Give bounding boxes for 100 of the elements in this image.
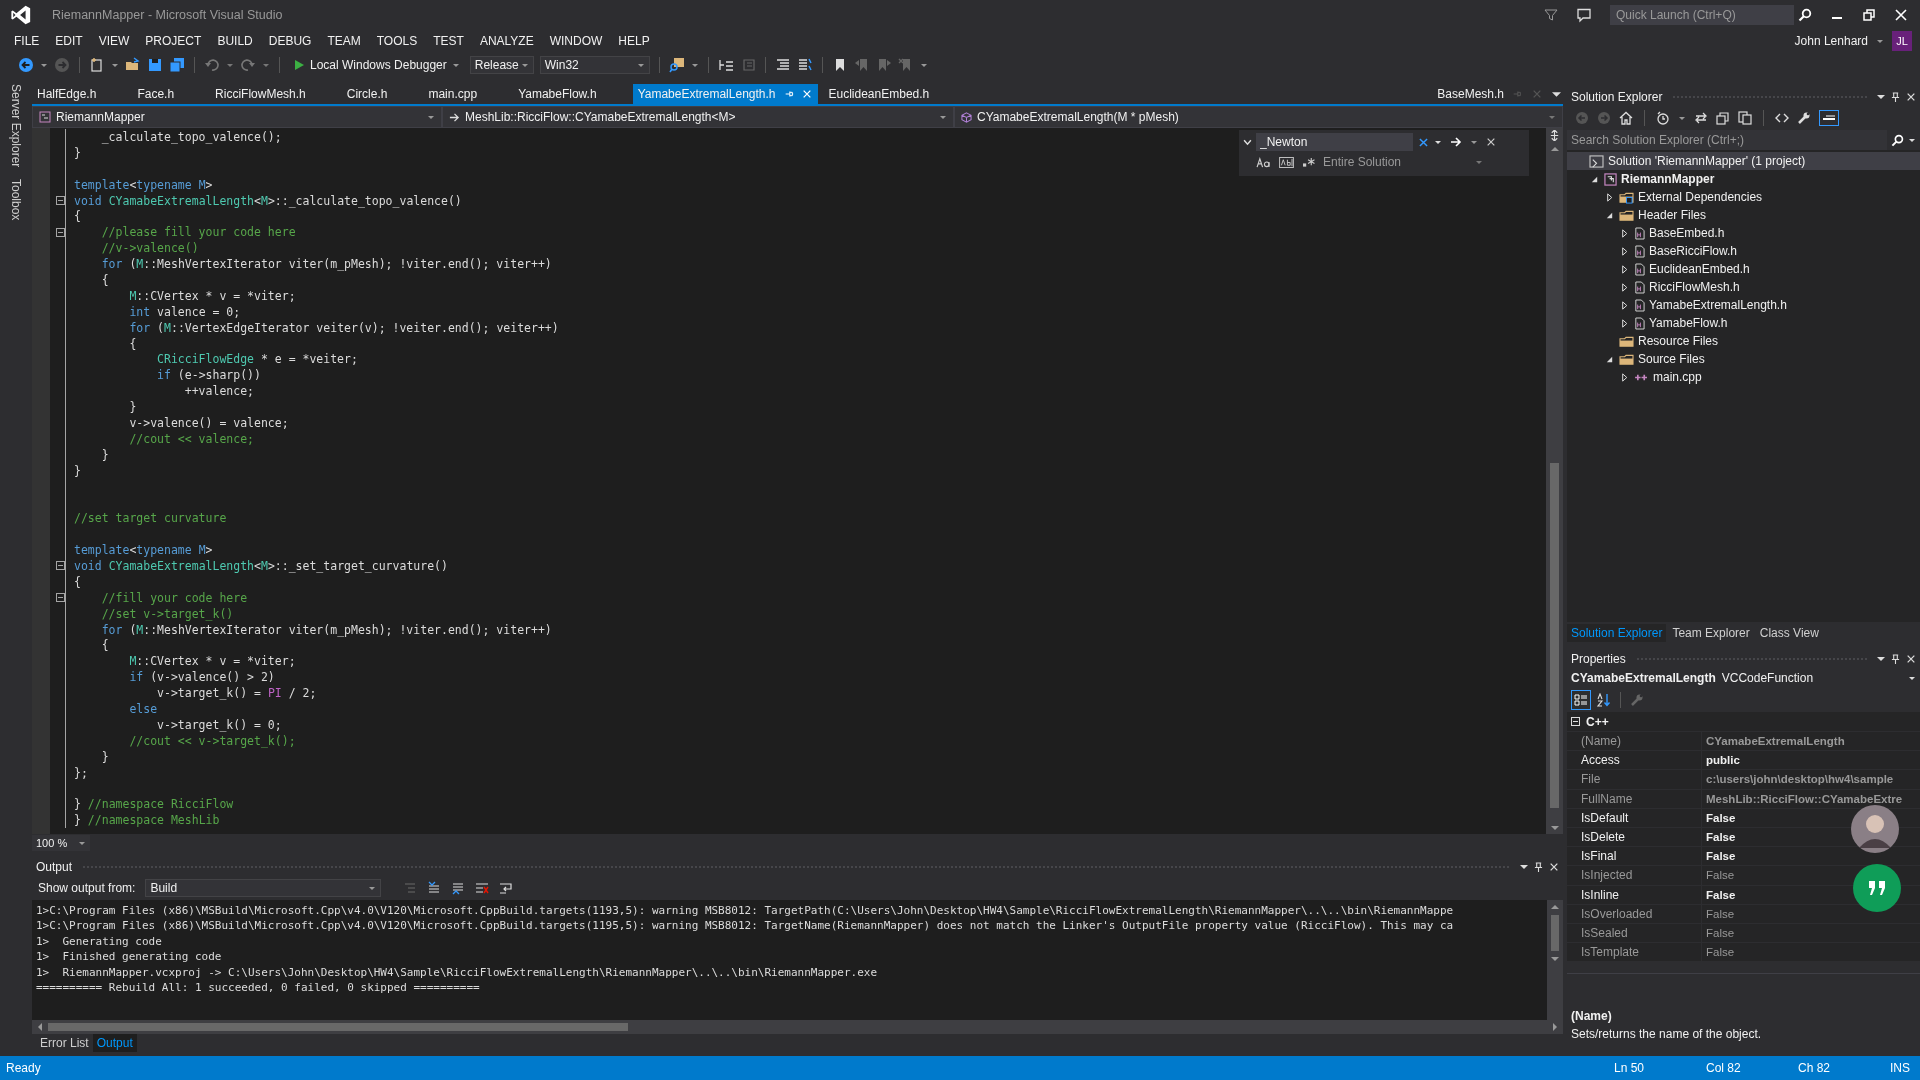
panel-tab[interactable]: Solution Explorer bbox=[1567, 624, 1667, 642]
open-folder-icon[interactable] bbox=[125, 57, 141, 73]
collapsed-arrow-icon[interactable] bbox=[1619, 264, 1629, 274]
expanded-arrow-icon[interactable] bbox=[1589, 174, 1599, 184]
start-debugger-button[interactable]: Local Windows Debugger bbox=[289, 56, 464, 74]
configuration-dropdown[interactable]: Release bbox=[469, 56, 534, 74]
scroll-right-icon[interactable] bbox=[1551, 1023, 1559, 1031]
menu-item[interactable]: FILE bbox=[6, 34, 48, 48]
undo-icon[interactable] bbox=[204, 57, 220, 73]
scroll-down-icon[interactable] bbox=[1550, 824, 1559, 832]
panel-tab[interactable]: Output bbox=[92, 1034, 137, 1052]
match-case-icon[interactable] bbox=[1256, 156, 1271, 168]
caret-icon[interactable] bbox=[1877, 655, 1885, 663]
user-avatar[interactable]: JL bbox=[1892, 31, 1912, 51]
editor-tab[interactable]: BaseMesh.h bbox=[1437, 87, 1504, 101]
categorized-button[interactable] bbox=[1571, 690, 1591, 710]
tree-item[interactable]: Resource Files bbox=[1638, 334, 1719, 348]
expanded-arrow-icon[interactable] bbox=[1604, 210, 1614, 220]
property-value[interactable]: public bbox=[1702, 751, 1920, 770]
editor-tab[interactable]: YamabeFlow.h bbox=[513, 84, 633, 104]
panel-tab[interactable]: Class View bbox=[1755, 624, 1823, 642]
tab-list-caret-icon[interactable] bbox=[1552, 89, 1561, 99]
search-scope-dropdown[interactable]: Entire Solution bbox=[1323, 155, 1483, 169]
tree-item[interactable]: EuclideanEmbed.h bbox=[1649, 262, 1750, 276]
collapse-all-icon[interactable] bbox=[1716, 111, 1730, 125]
property-value[interactable]: False bbox=[1702, 885, 1920, 904]
scope-dropdown[interactable]: MeshLib::RicciFlow::CYamabeExtremalLength<M> bbox=[442, 106, 954, 128]
collapsed-arrow-icon[interactable] bbox=[1619, 372, 1629, 382]
member-dropdown[interactable]: CYamabeExtremalLength(M * pMesh) bbox=[954, 106, 1563, 128]
tree-item[interactable]: BaseRicciFlow.h bbox=[1649, 244, 1738, 258]
collapse-icon[interactable] bbox=[56, 561, 65, 571]
back-icon[interactable] bbox=[18, 57, 34, 73]
menu-item[interactable]: TEAM bbox=[319, 34, 369, 48]
caret-icon[interactable] bbox=[111, 61, 119, 69]
collapse-icon[interactable] bbox=[56, 196, 65, 205]
restore-icon[interactable] bbox=[1862, 8, 1876, 22]
scroll-up-icon[interactable] bbox=[1551, 903, 1559, 911]
collapsed-arrow-icon[interactable] bbox=[1619, 282, 1629, 292]
collapsed-arrow-icon[interactable] bbox=[1619, 246, 1629, 256]
scroll-up-icon[interactable] bbox=[1550, 145, 1559, 153]
find-in-files-icon[interactable] bbox=[668, 57, 685, 73]
copy-pages-icon[interactable] bbox=[1738, 111, 1752, 125]
save-all-icon[interactable] bbox=[169, 57, 185, 73]
tree-item[interactable]: main.cpp bbox=[1653, 370, 1702, 384]
quick-launch-field[interactable]: Quick Launch (Ctrl+Q) bbox=[1610, 5, 1794, 25]
avatar[interactable] bbox=[1850, 804, 1900, 854]
menu-item[interactable]: PROJECT bbox=[137, 34, 210, 48]
panel-tab[interactable]: Error List bbox=[36, 1034, 93, 1052]
editor-tab[interactable]: EuclideanEmbed.h bbox=[823, 84, 966, 104]
output-source-dropdown[interactable]: Build bbox=[145, 879, 382, 897]
menu-item[interactable]: TOOLS bbox=[368, 34, 426, 48]
wrench-icon[interactable] bbox=[1797, 111, 1811, 125]
caret-icon[interactable] bbox=[1434, 138, 1442, 146]
property-value[interactable]: False bbox=[1702, 847, 1920, 866]
caret-icon[interactable] bbox=[40, 61, 48, 69]
caret-icon[interactable] bbox=[1678, 114, 1686, 122]
pin-icon[interactable] bbox=[1891, 653, 1900, 665]
editor-tab[interactable]: HalfEdge.h bbox=[32, 84, 133, 104]
menu-item[interactable]: WINDOW bbox=[541, 34, 611, 48]
property-value[interactable]: False bbox=[1702, 827, 1920, 847]
menu-item[interactable]: EDIT bbox=[47, 34, 91, 48]
tree-item[interactable]: RiemannMapper bbox=[1621, 172, 1715, 186]
expand-caret-icon[interactable] bbox=[1243, 138, 1252, 147]
redo-icon[interactable] bbox=[240, 57, 256, 73]
scrollbar-thumb[interactable] bbox=[1551, 915, 1559, 951]
next-message-icon[interactable] bbox=[451, 881, 466, 895]
expanded-arrow-icon[interactable] bbox=[1604, 354, 1614, 364]
tree-item[interactable]: External Dependencies bbox=[1638, 190, 1763, 204]
zoom-dropdown[interactable]: 100 % bbox=[32, 835, 90, 851]
tree-item[interactable]: RicciFlowMesh.h bbox=[1649, 280, 1740, 294]
menu-item[interactable]: VIEW bbox=[90, 34, 138, 48]
scrollbar-thumb[interactable] bbox=[48, 1023, 628, 1031]
collapsed-arrow-icon[interactable] bbox=[1619, 228, 1629, 238]
sort-alphabetical-icon[interactable] bbox=[1597, 693, 1611, 707]
object-selector[interactable]: CYamabeExtremalLength VCCodeFunction bbox=[1567, 668, 1920, 688]
editor-tab[interactable]: Face.h bbox=[132, 84, 211, 104]
previous-message-icon[interactable] bbox=[427, 881, 442, 895]
tree-item[interactable]: YamabeFlow.h bbox=[1649, 316, 1728, 330]
caret-icon[interactable] bbox=[1876, 37, 1884, 45]
tree-item[interactable]: BaseEmbed.h bbox=[1649, 226, 1725, 240]
find-next-icon[interactable] bbox=[1450, 136, 1462, 148]
collapsed-arrow-icon[interactable] bbox=[1604, 192, 1614, 202]
comment-lines-icon[interactable] bbox=[774, 57, 791, 73]
caret-icon[interactable] bbox=[1520, 863, 1528, 871]
tree-item[interactable]: Header Files bbox=[1638, 208, 1707, 222]
scroll-down-icon[interactable] bbox=[1551, 955, 1559, 963]
search-field[interactable]: Search Solution Explorer (Ctrl+;) bbox=[1567, 130, 1887, 150]
collapsed-arrow-icon[interactable] bbox=[1619, 300, 1629, 310]
code-icon[interactable] bbox=[1775, 111, 1789, 125]
match-word-icon[interactable] bbox=[1279, 156, 1294, 168]
scroll-left-icon[interactable] bbox=[36, 1023, 44, 1031]
menu-item[interactable]: TEST bbox=[425, 34, 472, 48]
project-dropdown[interactable]: RiemannMapper bbox=[32, 106, 442, 128]
platform-dropdown[interactable]: Win32 bbox=[539, 56, 650, 74]
regex-icon[interactable] bbox=[1302, 156, 1315, 168]
caret-icon[interactable] bbox=[690, 61, 699, 69]
caret-icon[interactable] bbox=[1470, 138, 1478, 146]
sync-icon[interactable] bbox=[1694, 111, 1708, 125]
clear-all-icon[interactable] bbox=[475, 881, 490, 895]
pin-icon[interactable] bbox=[1534, 861, 1543, 873]
